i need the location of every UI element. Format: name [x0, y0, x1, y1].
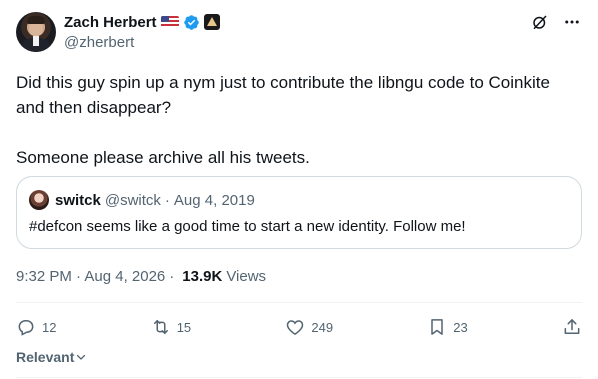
views-count: 13.9K — [182, 267, 223, 285]
repost-button[interactable]: 15 — [151, 317, 191, 337]
like-count: 249 — [311, 319, 334, 335]
quoted-text: #defcon seems like a good time to start … — [29, 218, 466, 235]
more-icon[interactable] — [562, 12, 582, 32]
bookmark-icon — [431, 319, 444, 335]
quoted-date: Aug 4, 2019 — [173, 191, 255, 209]
affiliate-badge-icon[interactable] — [203, 14, 220, 30]
author-info: Zach Herbert @zherbert — [64, 12, 220, 51]
quoted-tweet[interactable]: switck @switck · Aug 4, 2019 #defcon see… — [16, 176, 582, 249]
share-icon — [564, 319, 580, 334]
top-actions — [530, 12, 582, 32]
tweet-line-1: Did this guy spin up a nym just to contr… — [16, 73, 550, 92]
author-handle[interactable]: @zherbert — [64, 34, 220, 51]
author-avatar[interactable] — [16, 12, 56, 52]
bookmark-count: 23 — [453, 319, 468, 335]
author-display-name[interactable]: Zach Herbert — [64, 14, 157, 31]
sort-label: Relevant — [16, 349, 75, 365]
action-bar: 12 15 249 23 — [16, 314, 582, 340]
reply-count: 12 — [42, 319, 57, 335]
reply-button[interactable]: 12 — [16, 317, 56, 337]
repost-count: 15 — [176, 319, 192, 335]
views-label: Views — [226, 267, 267, 285]
tweet-line-3: Someone please archive all his tweets. — [16, 148, 310, 167]
like-button[interactable]: 249 — [285, 317, 333, 337]
heart-icon — [287, 320, 304, 335]
divider — [16, 377, 582, 378]
share-button[interactable] — [562, 317, 582, 337]
tweet-line-2: and then disappear? — [16, 98, 172, 117]
chevron-down-icon — [77, 354, 86, 360]
us-flag-icon — [160, 16, 179, 28]
verified-badge-icon[interactable] — [183, 14, 200, 31]
repost-icon — [153, 320, 168, 334]
tweet-meta: 9:32 PM · Aug 4, 2026 · 13.9K Views — [16, 266, 266, 286]
quoted-author-avatar — [29, 190, 49, 210]
timestamp[interactable]: 9:32 PM · Aug 4, 2026 — [16, 268, 165, 285]
reply-icon — [18, 320, 34, 336]
sort-replies-dropdown[interactable]: Relevant — [16, 349, 87, 365]
tweet-header: Zach Herbert @zherbert — [16, 12, 582, 54]
quoted-author-name: switck — [55, 191, 101, 209]
meta-separator: · — [169, 267, 175, 285]
divider — [16, 302, 582, 303]
tweet-text: Did this guy spin up a nym just to contr… — [16, 70, 582, 170]
quoted-separator: · — [164, 191, 170, 209]
grok-icon[interactable] — [530, 12, 550, 32]
bookmark-button[interactable]: 23 — [427, 317, 468, 337]
quoted-author-handle: @switck — [104, 191, 161, 209]
